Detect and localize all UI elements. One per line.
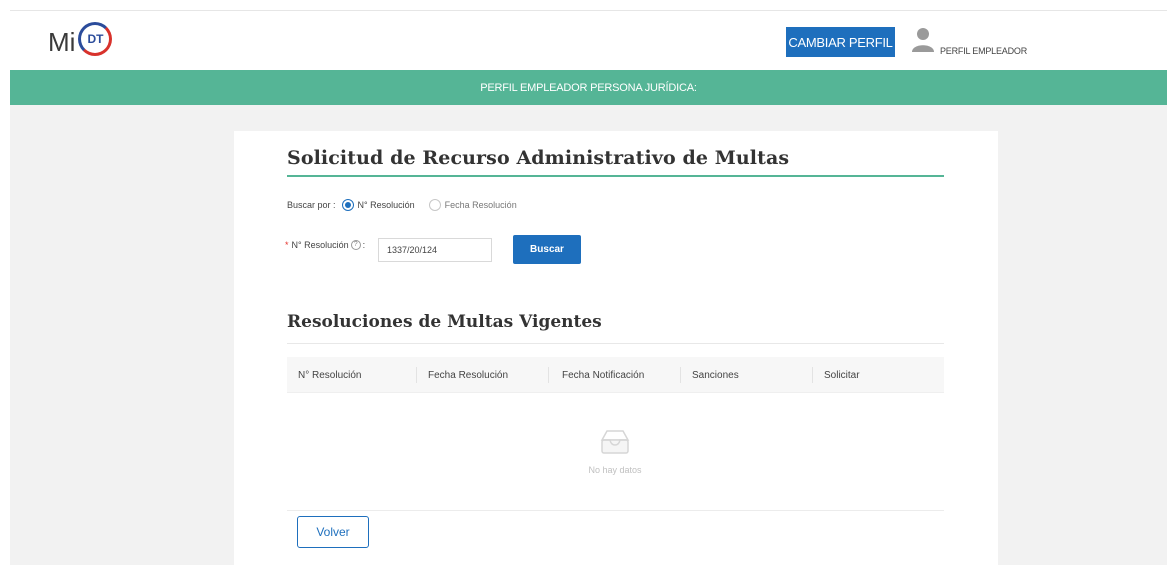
empty-inbox-icon [600,430,630,454]
top-strip [0,0,1167,10]
back-button[interactable]: Volver [297,516,369,548]
radio-resolution-date[interactable] [428,199,441,211]
radio-resolution-date-label[interactable]: Fecha Resolución [445,200,517,210]
mi-dt-logo[interactable]: Mi DT [48,22,113,59]
column-separator [416,367,417,383]
logo-badge-text: DT [87,32,104,46]
column-separator [680,367,681,383]
logo-text: Mi [48,26,76,57]
help-icon[interactable]: ? [350,240,361,250]
results-divider [287,343,944,344]
title-divider [287,175,944,177]
app-header: Mi DT CAMBIAR PERFIL PERFIL EMPLEADOR [10,10,1167,70]
table-bottom-divider [287,510,944,511]
column-header-resolution-number[interactable]: N° Resolución [298,357,361,393]
column-header-notification-date[interactable]: Fecha Notificación [562,357,644,393]
profile-banner-text: PERFIL EMPLEADOR PERSONA JURÍDICA: [480,81,697,94]
user-icon [912,28,934,52]
search-button[interactable]: Buscar [513,235,581,264]
content-card [234,131,998,565]
column-separator [548,367,549,383]
column-header-request[interactable]: Solicitar [824,357,860,393]
resolution-number-input[interactable] [378,238,492,262]
search-by-label: Buscar por : [287,200,336,210]
column-separator [812,367,813,383]
resolution-field-label: N° Resolución [291,240,349,250]
column-header-resolution-date[interactable]: Fecha Resolución [428,357,508,393]
column-header-sanctions[interactable]: Sanciones [692,357,739,393]
required-marker: * [285,240,289,250]
logo-badge-icon: DT [78,22,113,56]
page-title: Solicitud de Recurso Administrativo de M… [287,147,790,169]
results-table-header: N° Resolución Fecha Resolución Fecha Not… [287,357,944,393]
resolution-field-label-row: * N° Resolución ? : [285,240,365,250]
user-profile-label[interactable]: PERFIL EMPLEADOR [940,46,1027,56]
radio-resolution-number[interactable] [341,199,354,211]
field-colon: : [362,240,366,250]
results-title: Resoluciones de Multas Vigentes [287,312,602,332]
search-by-row: Buscar por : N° Resolución Fecha Resoluc… [287,198,525,212]
empty-state-text: No hay datos [588,465,642,475]
profile-banner: PERFIL EMPLEADOR PERSONA JURÍDICA: [10,70,1167,105]
radio-resolution-number-label[interactable]: N° Resolución [358,200,415,210]
change-profile-button[interactable]: CAMBIAR PERFIL [786,27,895,57]
